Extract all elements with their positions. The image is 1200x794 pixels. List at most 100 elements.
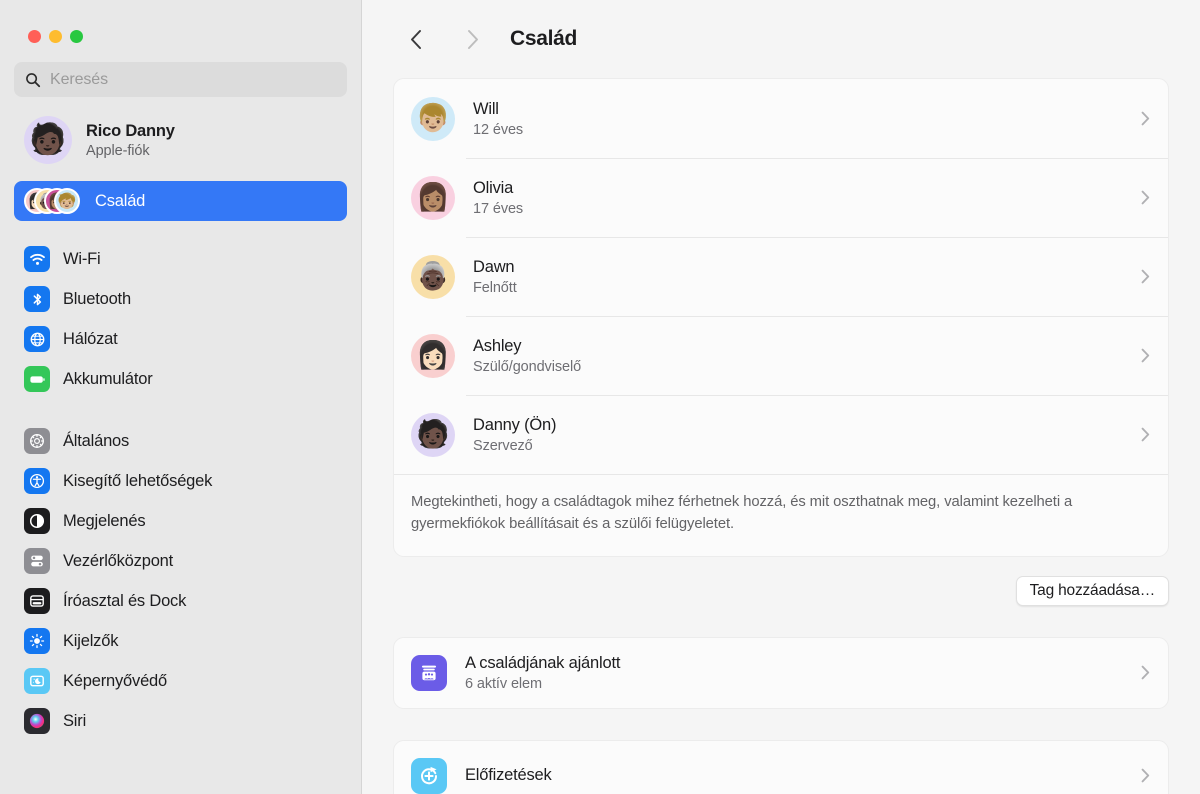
sidebar-item-label: Wi-Fi [63, 249, 101, 268]
account-text: Rico Danny Apple-fiók [86, 122, 175, 159]
sidebar-item-bluetooth[interactable]: Bluetooth [14, 279, 347, 319]
forward-button[interactable] [450, 17, 494, 61]
window-controls [0, 0, 361, 43]
sidebar-item-wifi[interactable]: Wi-Fi [14, 239, 347, 279]
member-role: Szervező [473, 437, 533, 454]
member-role: Szülő/gondviselő [473, 358, 582, 375]
settings-scroll-area[interactable]: 👦🏼 Will 12 éves 👩🏽 Olivia 17 éves 👵🏿 Daw… [362, 78, 1200, 794]
chevron-right-icon [467, 29, 478, 49]
member-text: Olivia 17 éves [473, 179, 1141, 217]
card-title: Előfizetések [465, 766, 552, 785]
sidebar-item-battery[interactable]: Akkumulátor [14, 359, 347, 399]
sidebar-item-apple-account[interactable]: 🧑🏿 Rico Danny Apple-fiók [14, 110, 347, 170]
battery-icon [24, 366, 50, 392]
sidebar-item-label: Hálózat [63, 329, 118, 348]
sidebar-item-general[interactable]: Általános [14, 421, 347, 461]
zoom-button[interactable] [70, 30, 83, 43]
add-member-button[interactable]: Tag hozzáadása… [1015, 575, 1169, 606]
sidebar-item-label: Képernyővédő [63, 671, 168, 690]
sidebar-item-label: Akkumulátor [63, 369, 153, 388]
table-row[interactable]: 👦🏼 Will 12 éves [394, 79, 1168, 158]
close-button[interactable] [28, 30, 41, 43]
sidebar-item-label: Kisegítő lehetőségek [63, 471, 213, 490]
table-row[interactable]: 🧑🏿 Danny (Ön) Szervező [394, 395, 1168, 474]
sidebar-item-network[interactable]: Hálózat [14, 319, 347, 359]
sidebar-item-label: Siri [63, 711, 87, 730]
page-title: Család [510, 27, 578, 50]
sidebar-item-label: Család [95, 191, 146, 210]
accessibility-icon [24, 468, 50, 494]
avatar: 👩🏽 [411, 175, 455, 220]
chevron-left-icon [410, 29, 421, 49]
account-name: Rico Danny [86, 121, 175, 140]
brightness-icon [24, 628, 50, 654]
sidebar-item-label: Íróasztal és Dock [63, 591, 187, 610]
globe-icon [24, 326, 50, 352]
member-text: Will 12 éves [473, 100, 1141, 138]
avatar-chip: 🧒🏼 [54, 188, 80, 214]
table-row[interactable]: 👵🏿 Dawn Felnőtt [394, 237, 1168, 316]
chevron-right-icon [1141, 269, 1150, 284]
desktop-dock-icon [24, 588, 50, 614]
avatar: 🧑🏿 [411, 412, 455, 457]
search-icon [26, 72, 41, 87]
sidebar-group-system: Általános Kisegítő lehetőségek Megjelené… [0, 421, 361, 741]
sidebar-item-desktop-dock[interactable]: Íróasztal és Dock [14, 581, 347, 621]
description-text: Megtekintheti, hogy a családtagok mihez … [411, 494, 1073, 533]
member-role: 12 éves [473, 121, 524, 138]
table-row[interactable]: 👩🏻 Ashley Szülő/gondviselő [394, 316, 1168, 395]
member-name: Danny (Ön) [473, 415, 557, 434]
family-recommendations-icon [411, 654, 447, 691]
table-row[interactable]: 👩🏽 Olivia 17 éves [394, 158, 1168, 237]
sidebar-item-appearance[interactable]: Megjelenés [14, 501, 347, 541]
sidebar-group-connectivity: Wi-Fi Bluetooth Hálózat Akkumulátor [0, 239, 361, 399]
subscriptions-icon [411, 757, 447, 794]
avatar: 👵🏿 [411, 254, 455, 299]
toolbar: Család [362, 0, 1200, 78]
siri-icon [24, 708, 50, 734]
family-avatar-stack: 👩🏻 👵🏿 👩🏽 🧒🏼 [24, 186, 82, 216]
family-recommendations-card[interactable]: A családjának ajánlott 6 aktív elem [393, 636, 1169, 709]
sidebar-item-label: Általános [63, 431, 130, 450]
chevron-right-icon [1141, 348, 1150, 363]
bluetooth-icon [24, 286, 50, 312]
sidebar-item-accessibility[interactable]: Kisegítő lehetőségek [14, 461, 347, 501]
chevron-right-icon [1141, 769, 1150, 783]
minimize-button[interactable] [49, 30, 62, 43]
list-item[interactable]: A családjának ajánlott 6 aktív elem [394, 638, 1168, 708]
subscriptions-card[interactable]: Előfizetések [393, 739, 1169, 794]
back-button[interactable] [394, 17, 438, 61]
member-text: Ashley Szülő/gondviselő [473, 337, 1141, 375]
chevron-right-icon [1141, 427, 1150, 442]
member-role: Felnőtt [473, 279, 517, 296]
sidebar-item-control-center[interactable]: Vezérlőközpont [14, 541, 347, 581]
member-role: 17 éves [473, 200, 524, 217]
sidebar-item-screensaver[interactable]: Képernyővédő [14, 661, 347, 701]
sidebar-item-family[interactable]: 👩🏻 👵🏿 👩🏽 🧒🏼 Család [14, 181, 347, 221]
member-text: Danny (Ön) Szervező [473, 416, 1141, 454]
search-input[interactable]: Keresés [14, 62, 347, 97]
chevron-right-icon [1141, 190, 1150, 205]
avatar: 👩🏻 [411, 333, 455, 378]
sidebar: Keresés 🧑🏿 Rico Danny Apple-fiók 👩🏻 👵🏿 👩… [0, 0, 362, 794]
wifi-icon [24, 246, 50, 272]
avatar-glyph: 🧑🏿 [29, 123, 67, 156]
chevron-right-icon [1141, 666, 1150, 680]
sidebar-item-siri[interactable]: Siri [14, 701, 347, 741]
member-name: Dawn [473, 257, 515, 276]
actions-row: Tag hozzáadása… [393, 575, 1169, 606]
chevron-right-icon [1141, 111, 1150, 126]
card-title: A családjának ajánlott [465, 653, 621, 672]
sidebar-item-label: Vezérlőközpont [63, 551, 174, 570]
app-text: A családjának ajánlott 6 aktív elem [465, 654, 1141, 692]
sidebar-item-label: Kijelzők [63, 631, 119, 650]
sidebar-item-displays[interactable]: Kijelzők [14, 621, 347, 661]
family-description: Megtekintheti, hogy a családtagok mihez … [394, 474, 1168, 556]
list-item[interactable]: Előfizetések [394, 741, 1168, 794]
avatar: 👦🏼 [411, 96, 455, 141]
family-members-card: 👦🏼 Will 12 éves 👩🏽 Olivia 17 éves 👵🏿 Daw… [393, 78, 1169, 557]
content-pane: Család 👦🏼 Will 12 éves 👩🏽 Olivia 17 éves… [362, 0, 1200, 794]
search-container: Keresés [0, 43, 361, 97]
avatar: 🧑🏿 [24, 116, 72, 164]
controlcenter-icon [24, 548, 50, 574]
